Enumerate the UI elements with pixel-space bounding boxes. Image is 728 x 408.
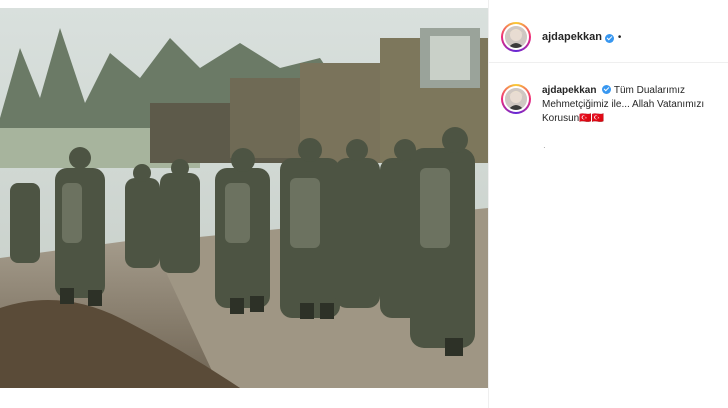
instagram-post: ajdapekkan • ajdapekkan Tüm Dualarımız M… [0, 0, 728, 408]
caption-verified-badge-icon [602, 85, 612, 94]
post-photo[interactable] [0, 8, 488, 388]
caption-text-block: ajdapekkan Tüm Dualarımız Mehmetçiğimiz … [542, 84, 726, 126]
avatar [505, 26, 527, 48]
post-side-panel: ajdapekkan • ajdapekkan Tüm Dualarımız M… [488, 0, 728, 408]
separator-dot: • [617, 31, 622, 43]
soldiers-marching-photo [0, 8, 488, 388]
caption-story-ring[interactable] [501, 84, 531, 114]
username-link[interactable]: ajdapekkan [542, 31, 602, 43]
caption-meta: · [543, 143, 546, 152]
post-header: ajdapekkan • [489, 12, 728, 63]
avatar-border [503, 24, 529, 50]
story-ring[interactable] [501, 22, 531, 52]
caption-avatar [505, 88, 527, 110]
caption-username-link[interactable]: ajdapekkan [542, 85, 596, 96]
verified-badge-icon [604, 33, 614, 43]
caption-avatar-border [503, 86, 529, 112]
post-caption: ajdapekkan Tüm Dualarımız Mehmetçiğimiz … [489, 78, 728, 126]
